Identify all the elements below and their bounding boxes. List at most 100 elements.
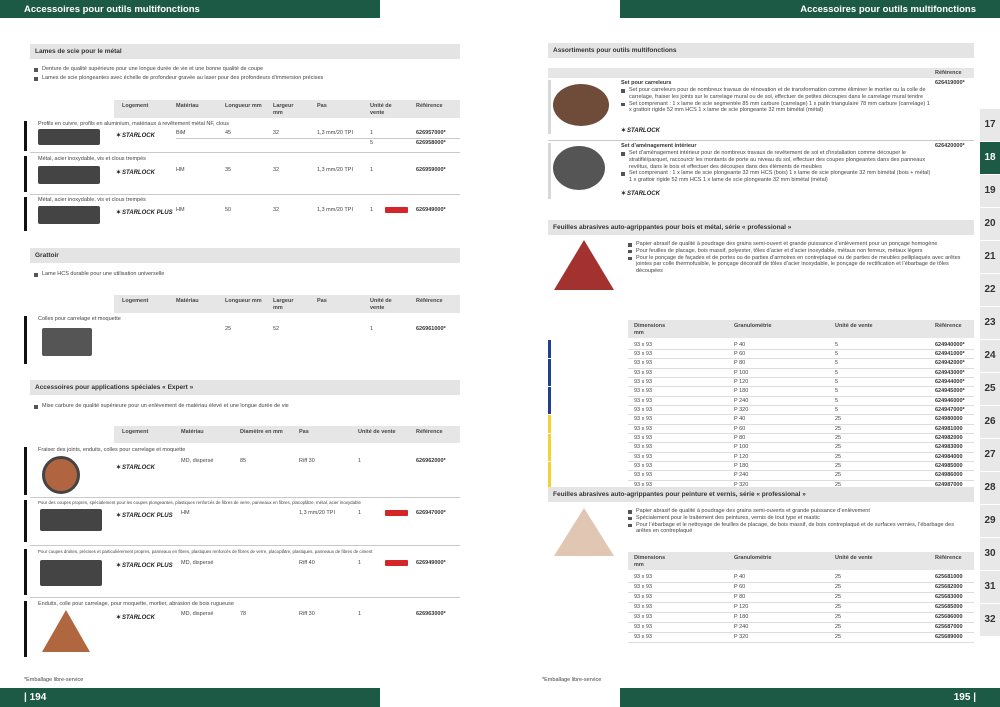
col-materiau: Matériau (176, 103, 199, 109)
right-footer-bar (620, 688, 1000, 707)
chapter-tab-17[interactable]: 17 (980, 109, 1000, 141)
cell-unite: 25 (835, 574, 842, 580)
scraper-bullet: Lame HCS durable pour une utilisation un… (34, 271, 454, 278)
chapter-tab-20[interactable]: 20 (980, 208, 1000, 240)
cell-materiau: HM (176, 207, 185, 213)
chapter-tab-19[interactable]: 19 (980, 175, 1000, 207)
cell-pas: 1,3 mm/20 TPI (317, 207, 353, 213)
cell-dimensions: 93 x 93 (634, 416, 653, 423)
col-reference: Référence (416, 103, 443, 109)
grit-color-stripe (548, 368, 551, 378)
cell-dimensions: 93 x 93 (634, 378, 653, 385)
starlock-logo: STARLOCK (116, 464, 155, 471)
grit-color-stripe (548, 424, 551, 434)
cell-materiau: MD, dispersé (181, 458, 214, 464)
cell-largeur: 32 (273, 130, 280, 136)
cell-reference: 625687000 (935, 624, 963, 630)
cell-unite: 1 (358, 510, 362, 516)
grit-color-stripe (548, 340, 551, 349)
col-longueur: Longueur mm (225, 103, 262, 109)
saw-bullet-2: Lames de scie plongeantes avec échelle d… (34, 75, 454, 82)
abrasive-wood-header: Feuilles abrasives auto-agrippantes pour… (548, 220, 974, 235)
chapter-tab-23[interactable]: 23 (980, 307, 1000, 339)
group-divider (30, 597, 460, 598)
cell-dimensions: 93 x 93 (634, 453, 653, 460)
col-reference: Référence (935, 555, 962, 561)
cell-longueur: 35 (225, 167, 232, 173)
saw-blade-image (40, 509, 102, 531)
cell-dimensions: 93 x 93 (634, 425, 653, 432)
cell-unite: 5 (370, 140, 374, 146)
cell-unite: 5 (835, 360, 839, 367)
cell-granulometrie: P 240 (734, 472, 749, 479)
group-label: Métal, acier inoxydable, vis et clous tr… (38, 197, 146, 203)
interior-set-description: Set d’aménagement intérieur pour de nomb… (621, 150, 931, 184)
assortments-header: Assortiments pour outils multifonctions (548, 43, 974, 58)
new-badge (385, 560, 408, 566)
starlock-logo: STARLOCK (621, 190, 660, 197)
chapter-tab-21[interactable]: 21 (980, 241, 1000, 273)
chapter-tab-27[interactable]: 27 (980, 439, 1000, 471)
cell-reference: 624940000* (935, 341, 965, 348)
group-label: Fraiser des joints, enduits, colles pour… (38, 447, 186, 453)
cell-largeur: 32 (273, 167, 280, 173)
cell-reference: 624942000* (935, 360, 965, 367)
col-unite: Unité de vente (370, 298, 392, 311)
chapter-tab-26[interactable]: 26 (980, 406, 1000, 438)
expert-bullet: Mise carbure de qualité supérieure pour … (34, 403, 454, 410)
cell-reference: 626959000* (416, 167, 446, 173)
chapter-tab-30[interactable]: 30 (980, 538, 1000, 570)
chapter-tab-32[interactable]: 32 (980, 604, 1000, 636)
cell-reference: 624945000* (935, 388, 965, 395)
cell-dimensions: 93 x 93 (634, 594, 653, 600)
chapter-tab-29[interactable]: 29 (980, 505, 1000, 537)
assortments-ref-header-bar (548, 68, 974, 78)
cell-unite: 5 (835, 406, 839, 413)
saw-blade-image (38, 206, 100, 224)
group-marker (24, 601, 27, 657)
chapter-tab-28[interactable]: 28 (980, 472, 1000, 504)
cell-granulometrie: P 100 (734, 444, 749, 451)
cell-unite: 1 (358, 560, 362, 566)
abrasive-wood-bullet: Pour le ponçage de façades et de portes … (628, 255, 968, 275)
col-pas: Pas (317, 298, 327, 304)
col-unite: Unité de vente (835, 323, 873, 329)
interior-set-bullet: Set d’aménagement intérieur pour de nomb… (621, 150, 931, 170)
item-marker (548, 143, 551, 199)
cell-unite: 1 (370, 167, 374, 173)
chapter-tab-22[interactable]: 22 (980, 274, 1000, 306)
left-footer-bar (0, 688, 380, 707)
cell-unite: 5 (835, 369, 839, 376)
cell-granulometrie: P 180 (734, 463, 749, 470)
cell-unite: 25 (835, 444, 842, 451)
col-largeur: Largeur mm (273, 103, 294, 116)
cell-reference: 625689000 (935, 634, 963, 640)
chapter-tab-18[interactable]: 18 (980, 142, 1000, 174)
chapter-tab-31[interactable]: 31 (980, 571, 1000, 603)
cell-granulometrie: P 120 (734, 378, 749, 385)
abrasive-wood-bullet: Papier abrasif de qualité à poudrage des… (628, 241, 968, 248)
grit-color-stripe (548, 461, 551, 471)
cell-pas: 1,3 mm/20 TPI (317, 130, 353, 136)
starlock-plus-logo: STARLOCK PLUS (116, 512, 173, 519)
right-footnote: *Emballage libre-service (542, 677, 602, 683)
cell-unite: 1 (370, 326, 374, 332)
cell-unite: 25 (835, 584, 842, 590)
grit-color-stripe (548, 396, 551, 406)
beige-sanding-sheet-image (554, 508, 614, 556)
col-reference: Référence (935, 323, 962, 329)
cell-granulometrie: P 80 (734, 435, 746, 441)
chapter-tab-25[interactable]: 25 (980, 373, 1000, 405)
expert-header: Accessoires pour applications spéciales … (30, 380, 460, 395)
saw-blades-header: Lames de scie pour le métal (30, 44, 460, 59)
chapter-tab-24[interactable]: 24 (980, 340, 1000, 372)
cell-pas: Riff 30 (299, 611, 315, 617)
cell-reference: 624984000 (935, 453, 963, 460)
cell-reference: 624943000* (935, 369, 965, 376)
saw-blade-image (40, 560, 102, 586)
row-divider (628, 348, 974, 350)
interior-set-title: Set d’aménagement intérieur (621, 143, 697, 149)
cell-unite: 25 (835, 435, 842, 441)
group-divider (30, 194, 460, 195)
cell-reference: 626958000* (416, 140, 446, 146)
